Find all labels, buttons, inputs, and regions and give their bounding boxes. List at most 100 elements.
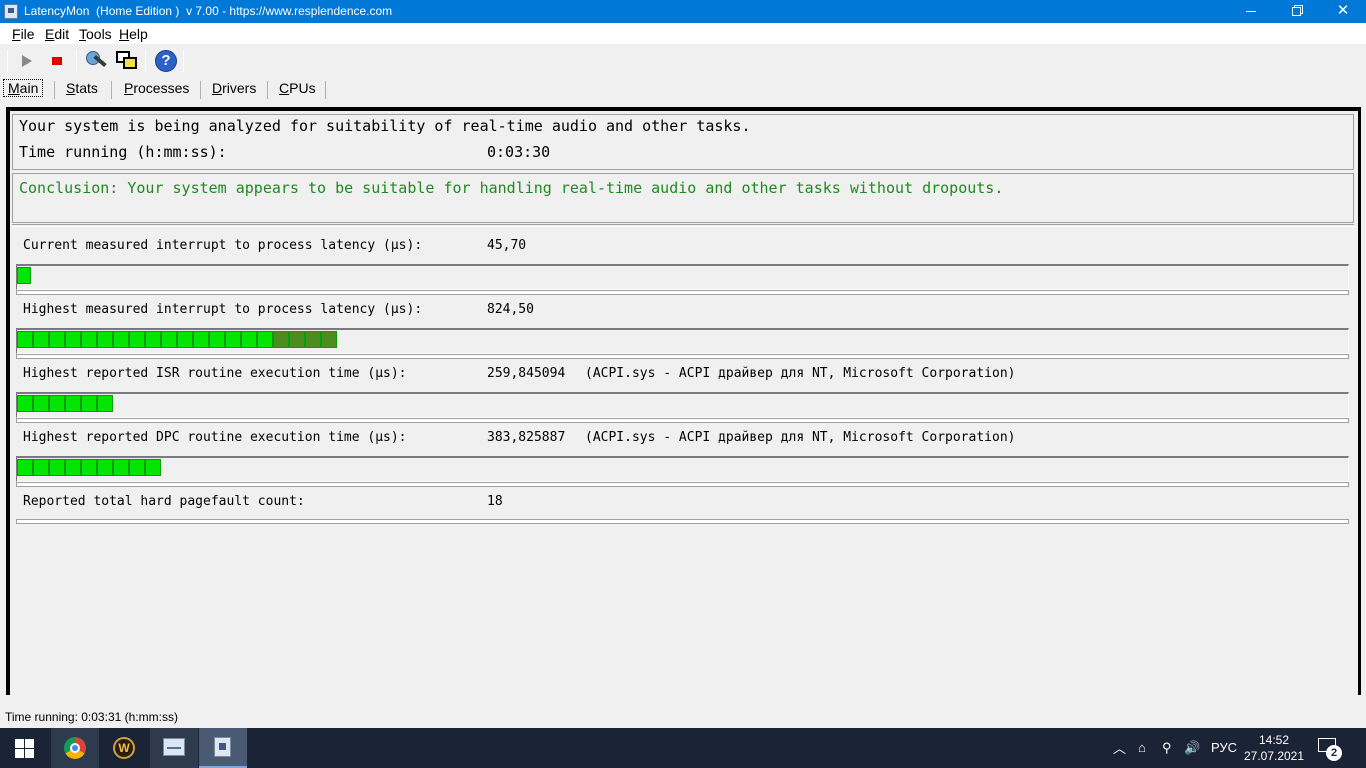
bar-segment — [17, 267, 31, 284]
bar-segment — [129, 331, 145, 348]
show-hidden-icons-icon[interactable]: ︿ — [1113, 738, 1126, 757]
tool-icon[interactable] — [84, 49, 108, 73]
restore-icon — [1291, 7, 1301, 17]
app-icon — [4, 4, 18, 19]
bar-segment — [209, 331, 225, 348]
chrome-icon[interactable] — [51, 728, 99, 768]
resource-monitor-icon[interactable] — [150, 728, 198, 768]
status-bar: Time running: 0:03:31 (h:mm:ss) — [0, 706, 1366, 728]
time-running-label: Time running (h:mm:ss): — [19, 143, 227, 161]
bar-segment — [177, 331, 193, 348]
tab-stats[interactable]: Stats — [66, 80, 98, 96]
bar-segment — [129, 459, 145, 476]
bar-segment — [241, 331, 257, 348]
bar-segment — [65, 331, 81, 348]
toolbar-separator — [145, 50, 146, 72]
play-icon[interactable] — [16, 49, 40, 73]
bar-segment — [17, 395, 33, 412]
isr-time-label: Highest reported ISR routine execution t… — [23, 366, 407, 381]
current-latency-value: 45,70 — [487, 238, 527, 253]
bar-segment — [113, 459, 129, 476]
close-button[interactable]: ✕ — [1320, 0, 1366, 23]
toolbar: ? — [0, 45, 1366, 77]
current-latency-label: Current measured interrupt to process la… — [23, 238, 423, 253]
highest-latency-bar — [16, 328, 1349, 359]
title-bar: LatencyMon (Home Edition ) v 7.00 - http… — [0, 0, 1366, 23]
help-icon[interactable]: ? — [154, 49, 178, 73]
menu-tools[interactable]: Tools — [79, 26, 112, 42]
network-icon[interactable]: ⌂ — [1138, 740, 1146, 755]
windows-icon[interactable] — [115, 49, 139, 73]
taskbar-clock[interactable]: 14:52 27.07.2021 — [1242, 732, 1306, 764]
menu-bar: File Edit Tools Help — [0, 23, 1366, 44]
dpc-time-label: Highest reported DPC routine execution t… — [23, 430, 407, 445]
bar-segment — [257, 331, 273, 348]
stop-icon[interactable] — [45, 49, 69, 73]
bar-segment — [273, 331, 289, 348]
tab-main[interactable]: Main — [3, 79, 44, 97]
conclusion-text: Conclusion: Your system appears to be su… — [19, 179, 1004, 197]
bar-segment — [305, 331, 321, 348]
bar-segment — [161, 331, 177, 348]
bar-segment — [321, 331, 337, 348]
bar-segment — [193, 331, 209, 348]
notification-icon[interactable]: 2 — [1318, 738, 1342, 761]
bar-segment — [65, 395, 81, 412]
highest-latency-value: 824,50 — [487, 302, 534, 317]
bar-segment — [145, 331, 161, 348]
isr-time-value: 259,845094 — [487, 366, 566, 381]
volume-icon[interactable]: 🔊 — [1184, 740, 1200, 756]
pagefault-value: 18 — [487, 494, 503, 509]
pagefault-label: Reported total hard pagefault count: — [23, 494, 305, 509]
window-title: LatencyMon (Home Edition ) v 7.00 - http… — [24, 4, 393, 18]
bar-segment — [17, 331, 33, 348]
bar-segment — [49, 395, 65, 412]
tab-cpus[interactable]: CPUs — [279, 80, 316, 96]
tab-bar: Main Stats Processes Drivers CPUs — [0, 77, 1366, 101]
highest-latency-label: Highest measured interrupt to process la… — [23, 302, 423, 317]
bar-segment — [97, 331, 113, 348]
menu-help[interactable]: Help — [119, 26, 148, 42]
isr-time-bar-fill — [17, 395, 113, 412]
restore-button[interactable] — [1273, 0, 1319, 23]
bar-segment — [81, 331, 97, 348]
highest-latency-bar-fill — [17, 331, 337, 348]
bar-segment — [225, 331, 241, 348]
minimize-icon — [1246, 11, 1256, 13]
dpc-time-bar-fill — [17, 459, 161, 476]
notification-badge: 2 — [1326, 745, 1342, 761]
windows-start-icon[interactable] — [0, 728, 48, 768]
minimize-button[interactable] — [1228, 0, 1274, 23]
current-latency-bar — [16, 264, 1349, 295]
toolbar-separator — [76, 50, 77, 72]
toolbar-separator — [183, 50, 184, 72]
menu-file[interactable]: File — [12, 26, 35, 42]
toolbar-separator — [7, 50, 8, 72]
divider — [12, 224, 1354, 227]
language-indicator[interactable]: РУС — [1211, 740, 1237, 755]
status-bar-text: Time running: 0:03:31 (h:mm:ss) — [5, 710, 178, 724]
bar-segment — [145, 459, 161, 476]
dpc-time-value: 383,825887 — [487, 430, 566, 445]
bar-segment — [17, 459, 33, 476]
bar-segment — [49, 331, 65, 348]
bar-segment — [97, 459, 113, 476]
wifi-icon[interactable]: ⚲ — [1162, 740, 1172, 756]
world-of-warcraft-icon[interactable]: W — [100, 728, 148, 768]
taskbar: W ︿ ⌂ ⚲ 🔊 РУС 14:52 27.07.2021 2 — [0, 728, 1366, 768]
bar-segment — [81, 395, 97, 412]
tab-processes[interactable]: Processes — [124, 80, 189, 96]
latencymon-taskbar-icon[interactable] — [199, 728, 247, 768]
bar-segment — [113, 331, 129, 348]
bar-segment — [97, 395, 113, 412]
bar-segment — [65, 459, 81, 476]
tab-drivers[interactable]: Drivers — [212, 80, 256, 96]
bar-segment — [289, 331, 305, 348]
bar-segment — [33, 331, 49, 348]
menu-edit[interactable]: Edit — [45, 26, 69, 42]
bar-segment — [49, 459, 65, 476]
pagefault-divider — [16, 519, 1349, 524]
isr-time-bar — [16, 392, 1349, 423]
dpc-driver-info: (ACPI.sys - ACPI драйвер для NT, Microso… — [585, 430, 1016, 445]
current-latency-bar-fill — [17, 267, 31, 284]
